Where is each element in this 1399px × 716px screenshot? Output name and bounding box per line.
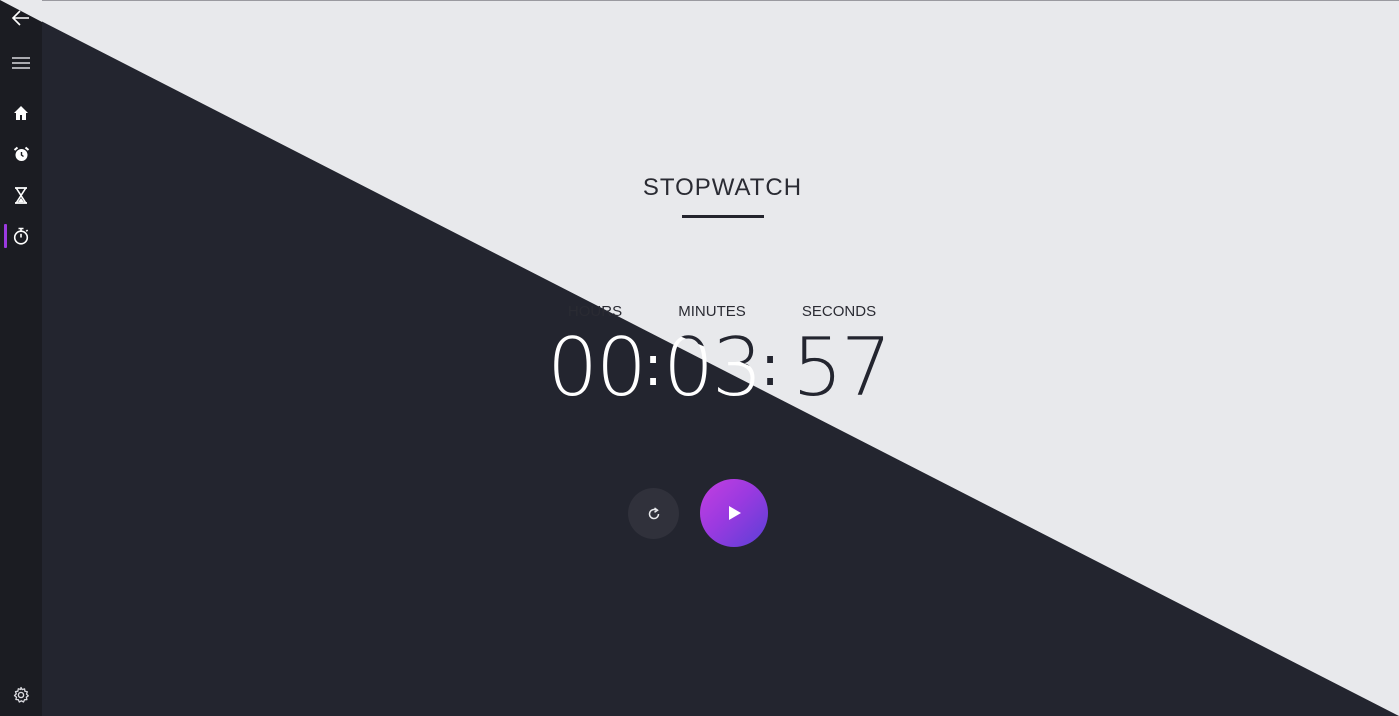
title-underline <box>682 215 764 218</box>
alarm-clock-icon <box>13 146 29 161</box>
sidebar-item-stopwatch[interactable] <box>0 218 42 254</box>
hourglass-icon <box>15 186 27 204</box>
diagonal-background <box>0 0 1399 716</box>
home-icon <box>14 106 28 120</box>
sidebar <box>0 0 42 716</box>
hamburger-menu-button[interactable] <box>0 45 42 81</box>
sidebar-item-home[interactable] <box>0 95 42 131</box>
sidebar-item-timer[interactable] <box>0 177 42 213</box>
back-button[interactable] <box>0 0 42 36</box>
gear-icon <box>13 686 29 703</box>
play-icon <box>729 506 741 520</box>
settings-button[interactable] <box>0 677 42 713</box>
refresh-icon <box>648 506 659 519</box>
stopwatch-icon <box>13 227 29 245</box>
sidebar-item-alarm[interactable] <box>0 136 42 172</box>
hamburger-menu-icon <box>12 57 30 69</box>
back-arrow-icon <box>11 10 29 26</box>
reset-button[interactable] <box>628 488 679 539</box>
play-button[interactable] <box>700 479 768 547</box>
stopwatch-app: STOPWATCH HOURS MINUTES SECONDS 00 : 03 … <box>0 0 1399 716</box>
page-title: STOPWATCH <box>642 174 803 201</box>
